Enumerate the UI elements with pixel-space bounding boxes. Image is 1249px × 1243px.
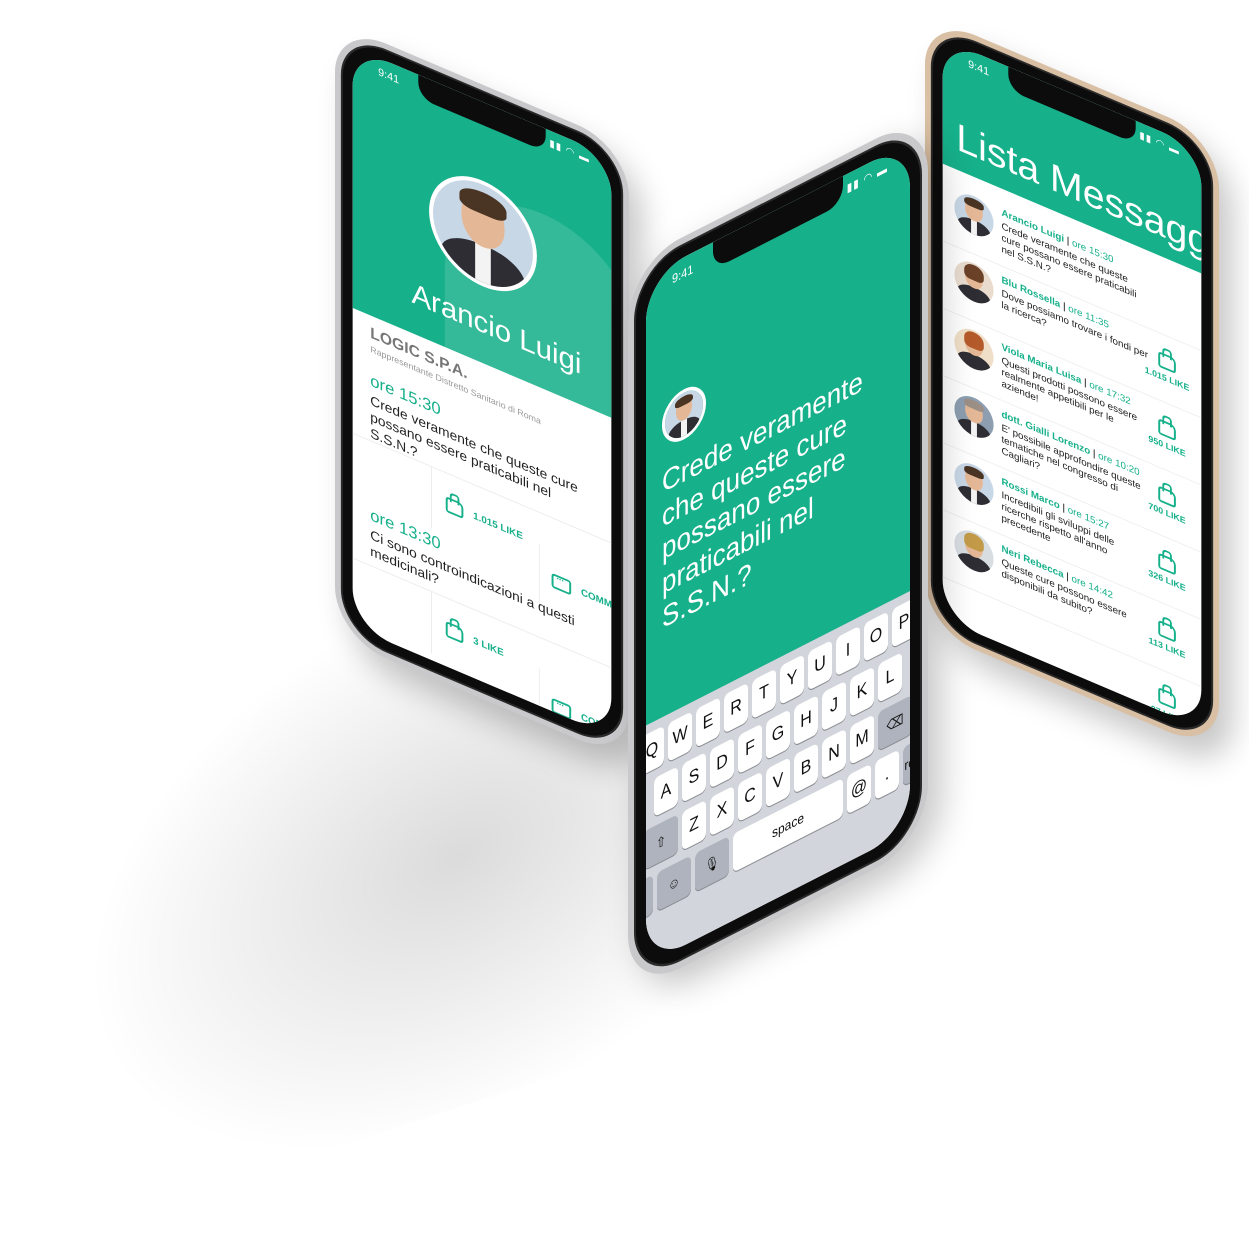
numbers-key[interactable]: 123: [646, 874, 653, 931]
key[interactable]: T: [752, 668, 776, 720]
phone-compose: 9:41 ▮▮ ◠ ▬ Crede veramente che queste c…: [628, 112, 928, 995]
dictation-key[interactable]: 🎙: [695, 835, 729, 893]
phone-message-list: 9:41 ▮▮ ◠ ▬ Lista Messaggi Arancio Luigi…: [925, 14, 1219, 754]
like-count: 27 LIKE: [1150, 703, 1184, 727]
key[interactable]: Z: [682, 799, 706, 851]
emoji-key[interactable]: ☺: [657, 855, 691, 912]
return-key[interactable]: return: [903, 729, 910, 787]
key[interactable]: A: [654, 766, 678, 818]
avatar: [954, 523, 994, 579]
key[interactable]: D: [710, 737, 734, 789]
key[interactable]: F: [738, 723, 762, 775]
key[interactable]: R: [724, 682, 748, 734]
backspace-icon: ⌫: [886, 710, 904, 736]
phone-profile: 9:41 ▮▮ ◠ ▬ Arancio Luigi LOGIC S.P.A. R…: [335, 22, 629, 762]
at-key[interactable]: @: [847, 763, 871, 815]
like-button[interactable]: 326 LIKE: [1145, 541, 1190, 595]
key[interactable]: K: [850, 666, 874, 718]
comment-button[interactable]: COMMENTA: [538, 668, 612, 737]
key[interactable]: E: [696, 696, 720, 748]
key[interactable]: J: [822, 680, 846, 732]
key[interactable]: V: [766, 757, 790, 809]
dot-key[interactable]: .: [875, 749, 899, 801]
like-button[interactable]: 1.015 LIKE: [1145, 340, 1190, 394]
like-button[interactable]: 950 LIKE: [1145, 407, 1190, 461]
comment-icon: [551, 572, 572, 596]
message-list-screen: 9:41 ▮▮ ◠ ▬ Lista Messaggi Arancio Luigi…: [942, 38, 1202, 729]
comment-label: COMMENTA: [580, 586, 612, 622]
shift-key[interactable]: ⇧: [646, 814, 678, 871]
shift-icon: ⇧: [655, 831, 667, 853]
key[interactable]: H: [794, 694, 818, 746]
key[interactable]: Y: [780, 654, 804, 706]
key[interactable]: P: [892, 597, 910, 649]
key[interactable]: Q: [646, 725, 664, 777]
like-button[interactable]: 113 LIKE: [1145, 608, 1190, 662]
like-count: 3 LIKE: [473, 635, 504, 659]
avatar: [954, 456, 994, 512]
comment-icon: [551, 697, 572, 720]
microphone-icon: 🎙: [704, 852, 720, 876]
profile-screen: 9:41 ▮▮ ◠ ▬ Arancio Luigi LOGIC S.P.A. R…: [352, 46, 612, 737]
key[interactable]: M: [850, 714, 874, 766]
compose-screen: 9:41 ▮▮ ◠ ▬ Crede veramente che queste c…: [646, 141, 910, 965]
key[interactable]: C: [738, 771, 762, 823]
key[interactable]: X: [710, 785, 734, 837]
key[interactable]: G: [766, 709, 790, 761]
like-button[interactable]: 27 LIKE: [1145, 676, 1190, 729]
key[interactable]: O: [864, 611, 888, 663]
key[interactable]: B: [794, 742, 818, 794]
key[interactable]: U: [808, 639, 832, 691]
like-button[interactable]: 700 LIKE: [1145, 474, 1190, 528]
thumbs-up-icon: [445, 496, 464, 520]
avatar: [954, 254, 994, 310]
key[interactable]: W: [668, 711, 692, 763]
key[interactable]: I: [836, 625, 860, 677]
like-count: 1.015 LIKE: [473, 510, 523, 542]
key[interactable]: S: [682, 751, 706, 803]
avatar: [662, 378, 706, 451]
key[interactable]: L: [878, 652, 902, 704]
backspace-key[interactable]: ⌫: [878, 694, 910, 751]
thumbs-up-icon: [445, 621, 464, 644]
key[interactable]: N: [822, 728, 846, 780]
comment-label: COMMENTA: [580, 711, 612, 737]
avatar: [954, 322, 994, 378]
emoji-icon: ☺: [667, 872, 681, 895]
avatar: [954, 187, 994, 243]
avatar: [954, 389, 994, 445]
